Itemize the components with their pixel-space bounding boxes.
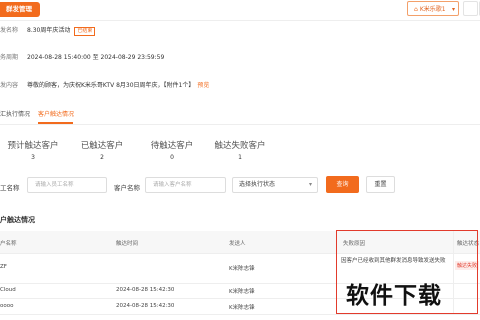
customer-name-label: 客户名称 [114, 184, 140, 192]
stat-title: 已触达客户 [80, 141, 124, 151]
preview-link[interactable]: 预览 [197, 82, 209, 89]
shop-selector[interactable]: ⌂ K米乐歌1 ▾ [407, 1, 459, 16]
name-label: 发名称 [0, 27, 19, 34]
status-select[interactable]: 选择执行状态 ▾ [232, 177, 318, 193]
name-value: 8.30周年庆活动 [27, 27, 71, 34]
tab-execution[interactable]: 汇执行情况 [0, 109, 30, 118]
stat-value: 2 [100, 154, 104, 161]
staff-name-label: 工名称 [0, 184, 20, 192]
stat-title: 触达失败客户 [214, 141, 266, 151]
stat-reached: 已触达客户 2 [72, 139, 132, 161]
tab-bar: 汇执行情况 客户触达情况 [0, 104, 480, 125]
period-value: 2024-08-28 15:40:00 至 2024-08-29 23:59:5… [27, 54, 165, 61]
cell-customer-name: ZF [0, 264, 7, 270]
cell-customer-name: oooo [0, 303, 14, 309]
period-label: 务周期 [0, 54, 19, 61]
shop-name: K米乐歌1 [419, 6, 446, 13]
cell-sender: K米陈志锋 [229, 266, 255, 272]
info-content-row: 发内容 尊敬的顾客，为庆祝K米乐哥KTV 8月30日周年庆，【附件1个】 预览 [0, 80, 209, 89]
query-button[interactable]: 查询 [326, 176, 359, 193]
col-sender: 发送人 [229, 241, 246, 247]
stat-expected: 预计触达客户 3 [3, 139, 63, 161]
col-reach-time: 触达时间 [116, 241, 139, 247]
stat-value: 0 [170, 154, 174, 161]
tab-customer-reach[interactable]: 客户触达情况 [38, 109, 74, 118]
reset-button[interactable]: 重置 [366, 176, 395, 193]
cell-reach-time: 2024-08-28 15:42:30 [116, 303, 175, 309]
info-name-row: 发名称 8.30周年庆活动 已结束 [0, 25, 96, 36]
status-badge: 已结束 [74, 27, 96, 36]
stat-title: 预计触达客户 [7, 141, 59, 151]
cell-sender: K米陈志锋 [229, 305, 255, 311]
stat-title: 待触达客户 [150, 141, 194, 151]
cell-sender: K米陈志锋 [229, 289, 255, 295]
col-customer-name: 户名称 [0, 241, 17, 247]
page-badge: 群发管理 [0, 2, 40, 17]
cell-reach-time: 2024-08-28 15:42:30 [116, 287, 175, 293]
toolbar-square-button[interactable] [463, 1, 478, 16]
active-tab-indicator [38, 122, 73, 124]
cell-customer-name: Cloud [0, 287, 16, 293]
content-label: 发内容 [0, 82, 19, 89]
chevron-down-icon: ▾ [451, 6, 455, 13]
top-bar: 群发管理 ⌂ K米乐歌1 ▾ [0, 0, 480, 21]
section-title: 户触达情况 [0, 216, 35, 224]
stat-value: 1 [238, 154, 242, 161]
content-value: 尊敬的顾客，为庆祝K米乐哥KTV 8月30日周年庆，【附件1个】 [27, 82, 195, 89]
watermark: 软件下载 [346, 283, 442, 309]
stat-value: 3 [31, 154, 35, 161]
home-icon: ⌂ [414, 6, 418, 13]
status-select-value: 选择执行状态 [239, 181, 276, 188]
stat-failed: 触达失败客户 1 [210, 139, 270, 161]
stat-pending: 待触达客户 0 [142, 139, 202, 161]
staff-name-input[interactable]: 请输入员工名称 [27, 177, 107, 193]
info-period-row: 务周期 2024-08-28 15:40:00 至 2024-08-29 23:… [0, 52, 164, 61]
chevron-down-icon: ▾ [308, 181, 312, 188]
customer-name-input[interactable]: 请输入客户名称 [145, 177, 226, 193]
